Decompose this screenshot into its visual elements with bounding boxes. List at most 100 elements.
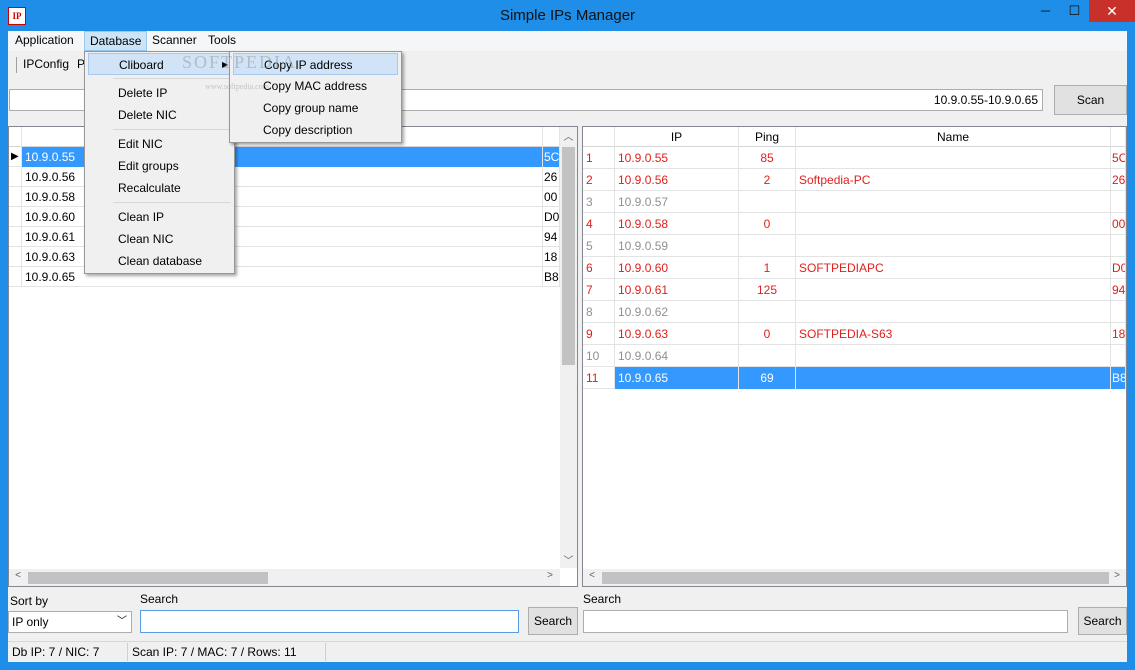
cell-ping[interactable]: 1	[739, 257, 796, 279]
right-search-input[interactable]	[583, 610, 1068, 633]
menu-item-delete-ip[interactable]: Delete IP	[88, 82, 167, 104]
cell-name[interactable]	[796, 235, 1111, 257]
cell-name[interactable]: Softpedia-PC	[796, 169, 1111, 191]
cell-mac[interactable]: 00	[543, 187, 560, 207]
table-row[interactable]: 9 10.9.0.63 0 SOFTPEDIA-S63 18	[583, 323, 1126, 345]
sort-by-select[interactable]: IP only ﹀	[8, 611, 132, 633]
cell-ping[interactable]	[739, 345, 796, 367]
left-vertical-thumb[interactable]	[562, 147, 575, 365]
cell-ip[interactable]: 10.9.0.64	[615, 345, 739, 367]
cell-ip[interactable]: 10.9.0.60	[615, 257, 739, 279]
menu-application[interactable]: Application	[10, 31, 79, 51]
cell-mac[interactable]: D0	[1111, 257, 1126, 279]
cell-ip[interactable]: 10.9.0.59	[615, 235, 739, 257]
cell-mac[interactable]	[1111, 345, 1126, 367]
cell-name[interactable]: SOFTPEDIAPC	[796, 257, 1111, 279]
column-ip[interactable]: IP	[615, 127, 739, 147]
cell-ip[interactable]: 10.9.0.65	[615, 367, 739, 389]
scroll-down-icon[interactable]: ﹀	[560, 552, 577, 568]
cell-ping[interactable]	[739, 191, 796, 213]
ipconfig-button[interactable]: IPConfig	[23, 57, 69, 71]
scroll-right-icon[interactable]: >	[542, 570, 558, 585]
cell-name[interactable]	[796, 213, 1111, 235]
cell-mac[interactable]	[1111, 191, 1126, 213]
maximize-button[interactable]: ☐	[1060, 0, 1089, 22]
table-row[interactable]: 6 10.9.0.60 1 SOFTPEDIAPC D0	[583, 257, 1126, 279]
cell-ping[interactable]: 69	[739, 367, 796, 389]
menu-item-clean-database[interactable]: Clean database	[88, 250, 202, 272]
scroll-left-icon[interactable]: <	[584, 570, 600, 585]
table-row[interactable]: 10 10.9.0.64	[583, 345, 1126, 367]
menu-item-delete-nic[interactable]: Delete NIC	[88, 104, 177, 126]
menu-item-clean-ip[interactable]: Clean IP	[88, 206, 164, 228]
cell-mac[interactable]: B8	[543, 267, 560, 287]
column-name[interactable]: Name	[796, 127, 1111, 147]
cell-ip[interactable]: 10.9.0.57	[615, 191, 739, 213]
cell-ping[interactable]: 2	[739, 169, 796, 191]
cell-ip[interactable]: 10.9.0.55	[615, 147, 739, 169]
table-row[interactable]: 11 10.9.0.65 69 B8	[583, 367, 1126, 389]
menu-scanner[interactable]: Scanner	[147, 31, 202, 51]
column-ping[interactable]: Ping	[739, 127, 796, 147]
cell-mac[interactable]: 26	[1111, 169, 1126, 191]
table-row[interactable]: 4 10.9.0.58 0 00	[583, 213, 1126, 235]
menu-item-edit-groups[interactable]: Edit groups	[88, 155, 179, 177]
cell-mac[interactable]: 26	[543, 167, 560, 187]
table-row[interactable]: 7 10.9.0.61 125 94	[583, 279, 1126, 301]
cell-mac[interactable]: D0	[543, 207, 560, 227]
cell-ip[interactable]: 10.9.0.61	[615, 279, 739, 301]
right-search-button[interactable]: Search	[1078, 607, 1127, 635]
cell-ip[interactable]: 10.9.0.56	[615, 169, 739, 191]
cell-ping[interactable]: 125	[739, 279, 796, 301]
menu-tools[interactable]: Tools	[203, 31, 241, 51]
cell-ping[interactable]: 85	[739, 147, 796, 169]
cell-ip[interactable]: 10.9.0.63	[615, 323, 739, 345]
cell-name[interactable]	[796, 279, 1111, 301]
menu-database[interactable]: Database	[84, 31, 148, 51]
left-search-label: Search	[140, 592, 179, 606]
cell-mac[interactable]: B8	[1111, 367, 1126, 389]
cell-ping[interactable]	[739, 235, 796, 257]
cell-name[interactable]: SOFTPEDIA-S63	[796, 323, 1111, 345]
menu-item-copy-description[interactable]: Copy description	[233, 119, 352, 141]
scroll-left-icon[interactable]: <	[10, 570, 26, 585]
left-search-button[interactable]: Search	[528, 607, 578, 635]
table-row[interactable]: 3 10.9.0.57	[583, 191, 1126, 213]
cell-mac[interactable]	[1111, 235, 1126, 257]
scroll-up-icon[interactable]: ︿	[560, 128, 577, 144]
left-horizontal-thumb[interactable]	[28, 572, 268, 584]
scan-button[interactable]: Scan	[1054, 85, 1127, 115]
table-row[interactable]: 8 10.9.0.62	[583, 301, 1126, 323]
cell-ping[interactable]: 0	[739, 323, 796, 345]
menu-item-edit-nic[interactable]: Edit NIC	[88, 133, 163, 155]
cell-mac[interactable]: 5C	[543, 147, 560, 167]
cell-mac[interactable]: 18	[543, 247, 560, 267]
cell-mac[interactable]: 94	[1111, 279, 1126, 301]
left-search-input[interactable]	[140, 610, 519, 633]
cell-ping[interactable]	[739, 301, 796, 323]
cell-mac[interactable]	[1111, 301, 1126, 323]
cell-mac[interactable]: 94	[543, 227, 560, 247]
menu-item-clean-nic[interactable]: Clean NIC	[88, 228, 173, 250]
scroll-right-icon[interactable]: >	[1109, 570, 1125, 585]
cell-mac[interactable]: 00	[1111, 213, 1126, 235]
table-row[interactable]: 5 10.9.0.59	[583, 235, 1126, 257]
menu-item-recalculate[interactable]: Recalculate	[88, 177, 181, 199]
table-row[interactable]: 2 10.9.0.56 2 Softpedia-PC 26	[583, 169, 1126, 191]
close-button[interactable]: ✕	[1089, 0, 1135, 22]
cell-ip[interactable]: 10.9.0.58	[615, 213, 739, 235]
minimize-button[interactable]: ─	[1031, 0, 1060, 22]
cell-ping[interactable]: 0	[739, 213, 796, 235]
scan-grid-header[interactable]: IP Ping Name	[583, 127, 1126, 147]
cell-mac[interactable]: 18	[1111, 323, 1126, 345]
cell-name[interactable]	[796, 301, 1111, 323]
cell-name[interactable]	[796, 367, 1111, 389]
table-row[interactable]: 1 10.9.0.55 85 5C	[583, 147, 1126, 169]
cell-name[interactable]	[796, 191, 1111, 213]
cell-name[interactable]	[796, 345, 1111, 367]
cell-name[interactable]	[796, 147, 1111, 169]
menu-item-copy-group[interactable]: Copy group name	[233, 97, 358, 119]
cell-ip[interactable]: 10.9.0.62	[615, 301, 739, 323]
cell-mac[interactable]: 5C	[1111, 147, 1126, 169]
right-horizontal-thumb[interactable]	[602, 572, 1109, 584]
